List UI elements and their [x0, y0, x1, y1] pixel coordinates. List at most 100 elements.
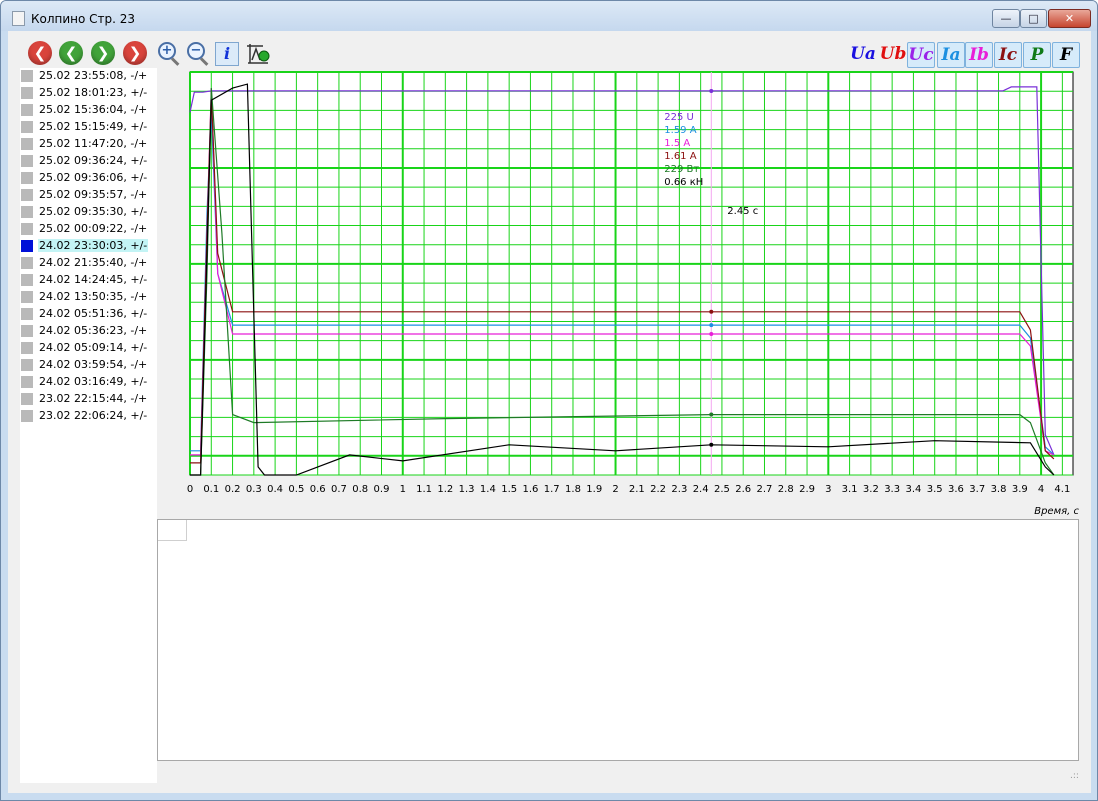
x-tick-label: 2.1	[629, 484, 645, 495]
cursor-time-label: 2.45 с	[727, 206, 758, 217]
previous-record-button[interactable]: ❮	[59, 41, 83, 65]
zoom-in-button[interactable]: +	[157, 41, 181, 66]
last-arrow-icon: ❯	[128, 44, 142, 62]
first-record-button[interactable]: ❮	[28, 41, 52, 65]
x-tick-label: 3.6	[948, 484, 964, 495]
x-tick-label: 1.2	[437, 484, 453, 495]
list-item[interactable]: 25.02 09:35:57, -/+	[20, 187, 157, 204]
record-marker	[21, 240, 33, 252]
channel-p-button[interactable]: P	[1023, 42, 1051, 68]
x-tick-label: 1.1	[416, 484, 432, 495]
minimize-button[interactable]: —	[992, 9, 1020, 28]
x-tick-label: 2.8	[778, 484, 794, 495]
channel-uc-button[interactable]: Uc	[907, 42, 935, 68]
x-tick-label: 0.2	[225, 484, 241, 495]
x-tick-label: 1.8	[565, 484, 581, 495]
maximize-button[interactable]: □	[1020, 9, 1047, 28]
window-title: Колпино Стр. 23	[31, 12, 136, 26]
next-record-button[interactable]: ❯	[91, 41, 115, 65]
title-bar[interactable]: Колпино Стр. 23 — □ ✕	[1, 1, 1097, 31]
x-tick-label: 2.3	[671, 484, 687, 495]
x-tick-label: 3.5	[927, 484, 943, 495]
list-item[interactable]: 24.02 05:51:36, +/-	[20, 306, 157, 323]
list-item[interactable]: 25.02 09:35:30, +/-	[20, 204, 157, 221]
app-window: Колпино Стр. 23 — □ ✕ ❮ ❮ ❯ ❯ + − i Ua U…	[0, 0, 1098, 801]
x-tick-label: 0.4	[267, 484, 283, 495]
info-button[interactable]: i	[215, 42, 239, 66]
channel-ub-button[interactable]: Ub	[879, 42, 907, 68]
prev-arrow-icon: ❮	[64, 44, 78, 62]
last-record-button[interactable]: ❯	[123, 41, 147, 65]
cursor-point-ic	[709, 309, 714, 314]
list-item[interactable]: 25.02 15:36:04, -/+	[20, 102, 157, 119]
channel-f-button[interactable]: F	[1052, 42, 1080, 68]
resize-grip-icon[interactable]: .::	[1070, 771, 1079, 781]
list-item[interactable]: 23.02 22:06:24, +/-	[20, 408, 157, 425]
list-item[interactable]: 25.02 00:09:22, -/+	[20, 221, 157, 238]
x-tick-label: 1.9	[586, 484, 602, 495]
channel-ua-button[interactable]: Ua	[849, 42, 877, 68]
cursor-point-uc	[709, 88, 714, 93]
x-tick-label: 3.9	[1012, 484, 1028, 495]
cursor-point-ib	[709, 331, 714, 336]
x-tick-label: 2.2	[650, 484, 666, 495]
maximize-icon: □	[1028, 12, 1039, 25]
channel-ib-button[interactable]: Ib	[965, 42, 993, 68]
x-tick-label: 0.5	[288, 484, 304, 495]
record-marker	[21, 393, 33, 405]
records-list[interactable]: 25.02 23:55:08, -/+ 25.02 18:01:23, +/- …	[20, 68, 157, 783]
record-marker	[21, 274, 33, 286]
x-tick-label: 2.9	[799, 484, 815, 495]
list-item[interactable]: 25.02 09:36:06, +/-	[20, 170, 157, 187]
settings-button[interactable]	[245, 41, 270, 65]
record-marker	[21, 325, 33, 337]
record-marker	[21, 257, 33, 269]
zoom-out-button[interactable]: −	[186, 41, 210, 66]
list-item-selected[interactable]: 24.02 23:30:03, +/-	[20, 238, 157, 255]
cursor-readout-ic: 1.61 A	[664, 151, 696, 162]
x-tick-label: 1.5	[501, 484, 517, 495]
list-item[interactable]: 25.02 15:15:49, +/-	[20, 119, 157, 136]
app-icon	[12, 11, 25, 26]
list-item[interactable]: 24.02 21:35:40, -/+	[20, 255, 157, 272]
list-item[interactable]: 23.02 22:15:44, -/+	[20, 391, 157, 408]
client-area: ❮ ❮ ❯ ❯ + − i Ua Ub Uc Ia Ib Ic P F 25.0…	[8, 31, 1091, 793]
list-item[interactable]: 24.02 03:16:49, +/-	[20, 374, 157, 391]
x-tick-label: 0.7	[331, 484, 347, 495]
details-panel[interactable]	[157, 519, 1079, 761]
x-tick-label: 3.3	[884, 484, 900, 495]
x-tick-label: 3.4	[905, 484, 921, 495]
oscillogram-chart[interactable]: 0 0.1 0.2 0.3 0.4 0.5 0.6 0.7 0.8 0.9 1 1.1 1.2 1.3 1.…	[158, 68, 1083, 518]
list-item[interactable]: 25.02 11:47:20, -/+	[20, 136, 157, 153]
list-item[interactable]: 24.02 05:36:23, -/+	[20, 323, 157, 340]
record-marker	[21, 155, 33, 167]
list-item[interactable]: 24.02 14:24:45, +/-	[20, 272, 157, 289]
list-item[interactable]: 25.02 09:36:24, +/-	[20, 153, 157, 170]
record-marker	[21, 87, 33, 99]
x-tick-label: 4	[1038, 484, 1044, 495]
x-tick-label: 1.4	[480, 484, 496, 495]
list-item[interactable]: 24.02 05:09:14, +/-	[20, 340, 157, 357]
list-item[interactable]: 25.02 18:01:23, +/-	[20, 85, 157, 102]
list-item[interactable]: 24.02 13:50:35, -/+	[20, 289, 157, 306]
cursor-point-f	[709, 442, 714, 447]
list-item[interactable]: 25.02 23:55:08, -/+	[20, 68, 157, 85]
x-tick-label: 0.9	[374, 484, 390, 495]
record-marker	[21, 376, 33, 388]
record-marker	[21, 104, 33, 116]
channel-ic-button[interactable]: Ic	[994, 42, 1022, 68]
next-arrow-icon: ❯	[96, 44, 110, 62]
x-tick-label: 1.7	[544, 484, 560, 495]
oscilloscope-icon	[247, 44, 270, 64]
x-tick-label: 3	[825, 484, 831, 495]
x-tick-label: 3.2	[863, 484, 879, 495]
list-item[interactable]: 24.02 03:59:54, -/+	[20, 357, 157, 374]
close-button[interactable]: ✕	[1048, 9, 1091, 28]
channel-ia-button[interactable]: Ia	[937, 42, 965, 68]
record-marker	[21, 291, 33, 303]
x-tick-label: 2.4	[693, 484, 709, 495]
x-axis-label: Время, с	[1034, 506, 1079, 517]
cursor-point-ia	[709, 323, 714, 328]
info-icon: i	[223, 44, 231, 63]
cursor-readout-ib: 1.5 A	[664, 138, 690, 149]
